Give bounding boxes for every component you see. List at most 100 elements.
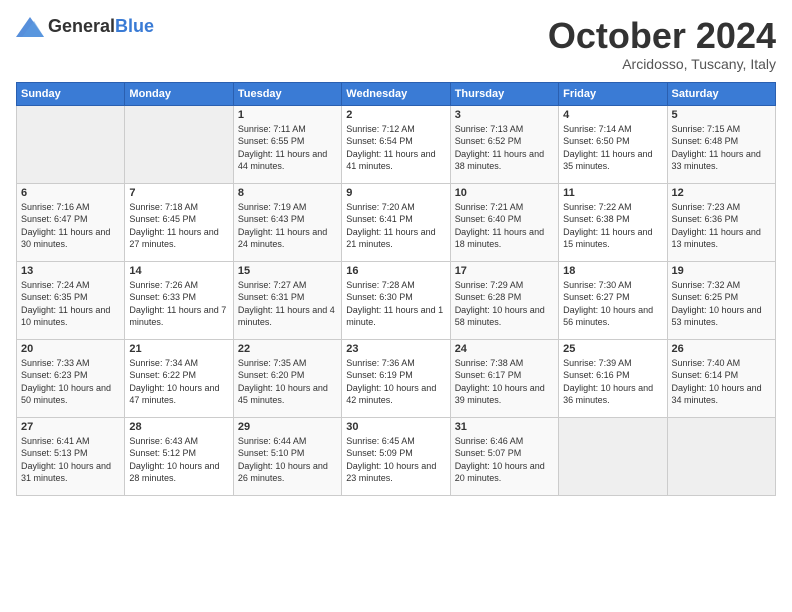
day-number: 10 [455,187,554,199]
calendar-cell: 5Sunrise: 7:15 AMSunset: 6:48 PMDaylight… [667,105,775,183]
day-info: Sunrise: 7:32 AMSunset: 6:25 PMDaylight:… [672,279,771,329]
day-number: 17 [455,265,554,277]
day-info-line: Sunset: 5:10 PM [238,447,337,460]
calendar-cell: 28Sunrise: 6:43 AMSunset: 5:12 PMDayligh… [125,417,233,495]
day-info: Sunrise: 7:18 AMSunset: 6:45 PMDaylight:… [129,201,228,251]
day-info-line: Daylight: 11 hours and 41 minutes. [346,148,445,173]
day-number: 12 [672,187,771,199]
day-info: Sunrise: 7:35 AMSunset: 6:20 PMDaylight:… [238,357,337,407]
day-info-line: Sunset: 6:52 PM [455,135,554,148]
calendar-week-row: 13Sunrise: 7:24 AMSunset: 6:35 PMDayligh… [17,261,776,339]
day-number: 24 [455,343,554,355]
day-number: 9 [346,187,445,199]
calendar-cell: 19 Sunrise: 7:32 AMSunset: 6:25 PMDayligh… [667,261,775,339]
calendar-cell: 24Sunrise: 7:38 AMSunset: 6:17 PMDayligh… [450,339,558,417]
day-info-line: Daylight: 11 hours and 27 minutes. [129,226,228,251]
day-info-line: Sunset: 6:43 PM [238,213,337,226]
day-info: Sunrise: 6:46 AMSunset: 5:07 PMDaylight:… [455,435,554,485]
day-number: 13 [21,265,120,277]
calendar-cell: 30Sunrise: 6:45 AMSunset: 5:09 PMDayligh… [342,417,450,495]
day-info: Sunrise: 7:39 AMSunset: 6:16 PMDaylight:… [563,357,662,407]
day-info-line: Daylight: 10 hours and 39 minutes. [455,382,554,407]
month-title: October 2024 [548,16,776,56]
day-info-line: Sunrise: 7:39 AM [563,357,662,370]
day-number: 16 [346,265,445,277]
day-info-line: Sunrise: 7:11 AM [238,123,337,136]
day-info-line: Sunrise: 7:15 AM [672,123,771,136]
column-header-friday: Friday [559,82,667,105]
day-info-line: Sunrise: 7:30 AM [563,279,662,292]
day-info-line: Daylight: 11 hours and 18 minutes. [455,226,554,251]
day-number: 27 [21,421,120,433]
calendar-cell: 17 Sunrise: 7:29 AMSunset: 6:28 PMDayligh… [450,261,558,339]
day-info-line: Sunrise: 6:46 AM [455,435,554,448]
day-info-line: Sunset: 6:17 PM [455,369,554,382]
day-info-line: Sunset: 6:31 PM [238,291,337,304]
column-header-sunday: Sunday [17,82,125,105]
day-info-line: Daylight: 10 hours and 45 minutes. [238,382,337,407]
day-info: Sunrise: 7:16 AMSunset: 6:47 PMDaylight:… [21,201,120,251]
calendar-cell: 9 Sunrise: 7:20 AMSunset: 6:41 PMDaylight… [342,183,450,261]
day-number: 4 [563,109,662,121]
day-info-line: Daylight: 10 hours and 26 minutes. [238,460,337,485]
day-info-line: Daylight: 10 hours and 58 minutes. [455,304,554,329]
day-info-line: Sunset: 5:12 PM [129,447,228,460]
day-info-line: Sunset: 5:09 PM [346,447,445,460]
column-header-thursday: Thursday [450,82,558,105]
day-info-line: Sunset: 6:48 PM [672,135,771,148]
day-info-line: Daylight: 11 hours and 24 minutes. [238,226,337,251]
calendar-cell: 13Sunrise: 7:24 AMSunset: 6:35 PMDayligh… [17,261,125,339]
day-info-line: Sunset: 6:25 PM [672,291,771,304]
calendar-cell: 15Sunrise: 7:27 AMSunset: 6:31 PMDayligh… [233,261,341,339]
day-info-line: Sunrise: 7:12 AM [346,123,445,136]
calendar-week-row: 27Sunrise: 6:41 AMSunset: 5:13 PMDayligh… [17,417,776,495]
day-info-line: Sunrise: 7:18 AM [129,201,228,214]
calendar-cell: 3Sunrise: 7:13 AMSunset: 6:52 PMDaylight… [450,105,558,183]
calendar-cell: 4 Sunrise: 7:14 AMSunset: 6:50 PMDaylight… [559,105,667,183]
day-info-line: Sunrise: 6:43 AM [129,435,228,448]
day-info: Sunrise: 7:19 AMSunset: 6:43 PMDaylight:… [238,201,337,251]
day-info-line: Daylight: 11 hours and 38 minutes. [455,148,554,173]
day-info: Sunrise: 7:23 AMSunset: 6:36 PMDaylight:… [672,201,771,251]
logo: GeneralBlue [16,16,154,37]
day-number: 20 [21,343,120,355]
day-info: Sunrise: 7:13 AMSunset: 6:52 PMDaylight:… [455,123,554,173]
calendar-cell: 8Sunrise: 7:19 AMSunset: 6:43 PMDaylight… [233,183,341,261]
title-block: October 2024 Arcidosso, Tuscany, Italy [548,16,776,72]
day-info-line: Sunset: 6:33 PM [129,291,228,304]
calendar-cell: 16 Sunrise: 7:28 AMSunset: 6:30 PMDayligh… [342,261,450,339]
day-info: Sunrise: 7:22 AMSunset: 6:38 PMDaylight:… [563,201,662,251]
day-number: 31 [455,421,554,433]
calendar-cell: 22 Sunrise: 7:35 AMSunset: 6:20 PMDayligh… [233,339,341,417]
day-info-line: Daylight: 10 hours and 53 minutes. [672,304,771,329]
day-info-line: Sunrise: 6:41 AM [21,435,120,448]
day-number: 1 [238,109,337,121]
day-number: 29 [238,421,337,433]
day-info-line: Sunset: 6:16 PM [563,369,662,382]
page-container: GeneralBlue October 2024 Arcidosso, Tusc… [0,0,792,506]
day-info-line: Daylight: 10 hours and 56 minutes. [563,304,662,329]
calendar-header-row: SundayMondayTuesdayWednesdayThursdayFrid… [17,82,776,105]
day-info-line: Daylight: 10 hours and 36 minutes. [563,382,662,407]
day-info-line: Sunset: 6:55 PM [238,135,337,148]
day-info-line: Sunrise: 7:16 AM [21,201,120,214]
day-info-line: Sunrise: 7:19 AM [238,201,337,214]
calendar-cell: 26Sunrise: 7:40 AMSunset: 6:14 PMDayligh… [667,339,775,417]
day-info-line: Sunrise: 7:13 AM [455,123,554,136]
day-info-line: Sunrise: 7:36 AM [346,357,445,370]
calendar-cell: 14Sunrise: 7:26 AMSunset: 6:33 PMDayligh… [125,261,233,339]
day-info: Sunrise: 7:11 AMSunset: 6:55 PMDaylight:… [238,123,337,173]
day-info: Sunrise: 7:29 AMSunset: 6:28 PMDaylight:… [455,279,554,329]
day-info-line: Daylight: 10 hours and 47 minutes. [129,382,228,407]
day-number: 11 [563,187,662,199]
day-info: Sunrise: 7:28 AMSunset: 6:30 PMDaylight:… [346,279,445,329]
day-info: Sunrise: 7:36 AMSunset: 6:19 PMDaylight:… [346,357,445,407]
day-info: Sunrise: 7:34 AMSunset: 6:22 PMDaylight:… [129,357,228,407]
day-info-line: Sunset: 6:22 PM [129,369,228,382]
day-info: Sunrise: 7:20 AMSunset: 6:41 PMDaylight:… [346,201,445,251]
day-info-line: Sunrise: 7:40 AM [672,357,771,370]
day-number: 19 [672,265,771,277]
day-info: Sunrise: 7:14 AMSunset: 6:50 PMDaylight:… [563,123,662,173]
day-number: 22 [238,343,337,355]
day-info-line: Sunset: 6:30 PM [346,291,445,304]
